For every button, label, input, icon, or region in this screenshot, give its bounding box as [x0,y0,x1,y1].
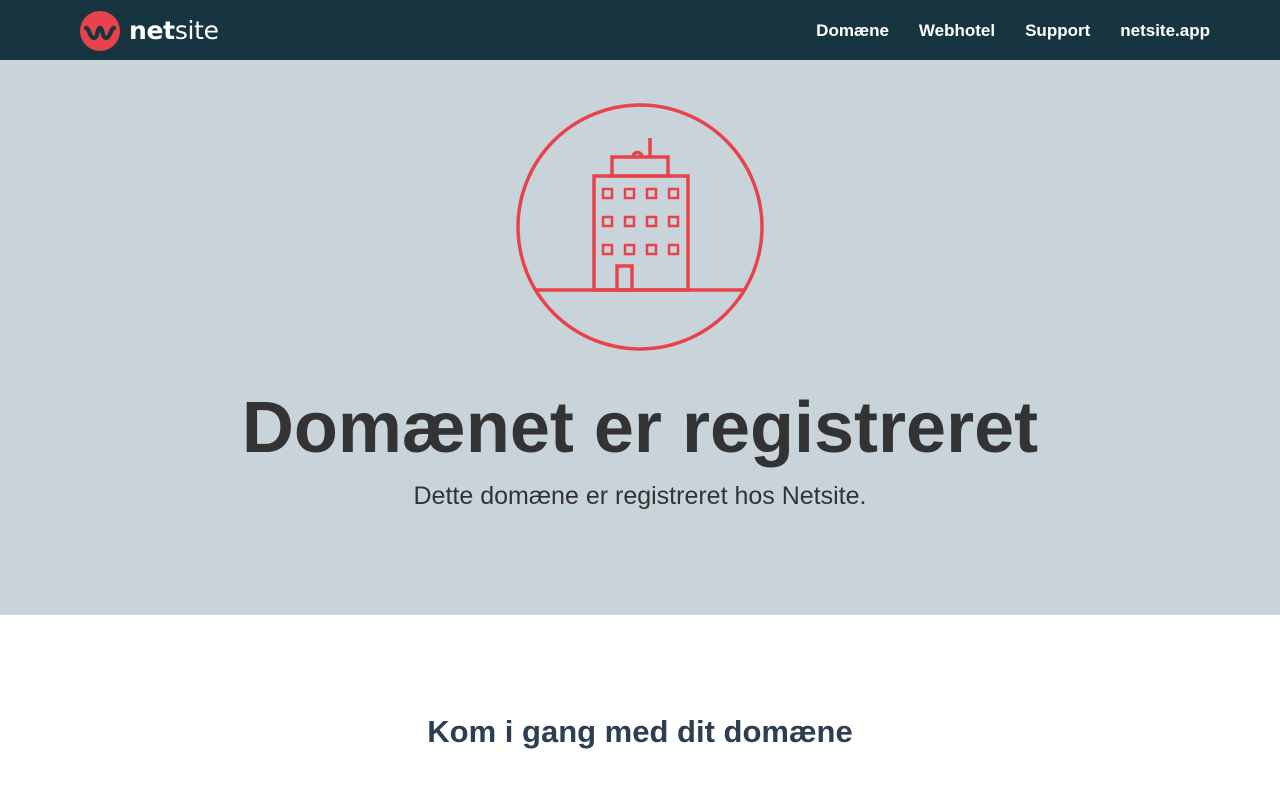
main-nav: Domæne Webhotel Support netsite.app [786,0,1210,60]
building-icon [516,103,764,351]
hero-subtitle: Dette domæne er registreret hos Netsite. [413,482,867,510]
hero-section: Domænet er registreret Dette domæne er r… [0,60,1280,615]
logo-wordmark: netsite [129,18,219,43]
nav-link-support[interactable]: Support [1025,22,1090,39]
nav-link-webhotel[interactable]: Webhotel [919,22,995,39]
nav-link-netsite-app[interactable]: netsite.app [1120,22,1210,39]
netsite-logo-icon [80,11,120,51]
nav-link-domaene[interactable]: Domæne [816,22,889,39]
logo-wordmark-bold: net [129,15,175,45]
logo-wordmark-light: site [174,15,219,45]
top-navigation-bar: netsite Domæne Webhotel Support netsite.… [0,0,1280,60]
netsite-logo[interactable]: netsite [80,10,219,52]
hero-title: Domænet er registreret [241,388,1039,468]
section-title: Kom i gang med dit domæne [427,714,853,749]
